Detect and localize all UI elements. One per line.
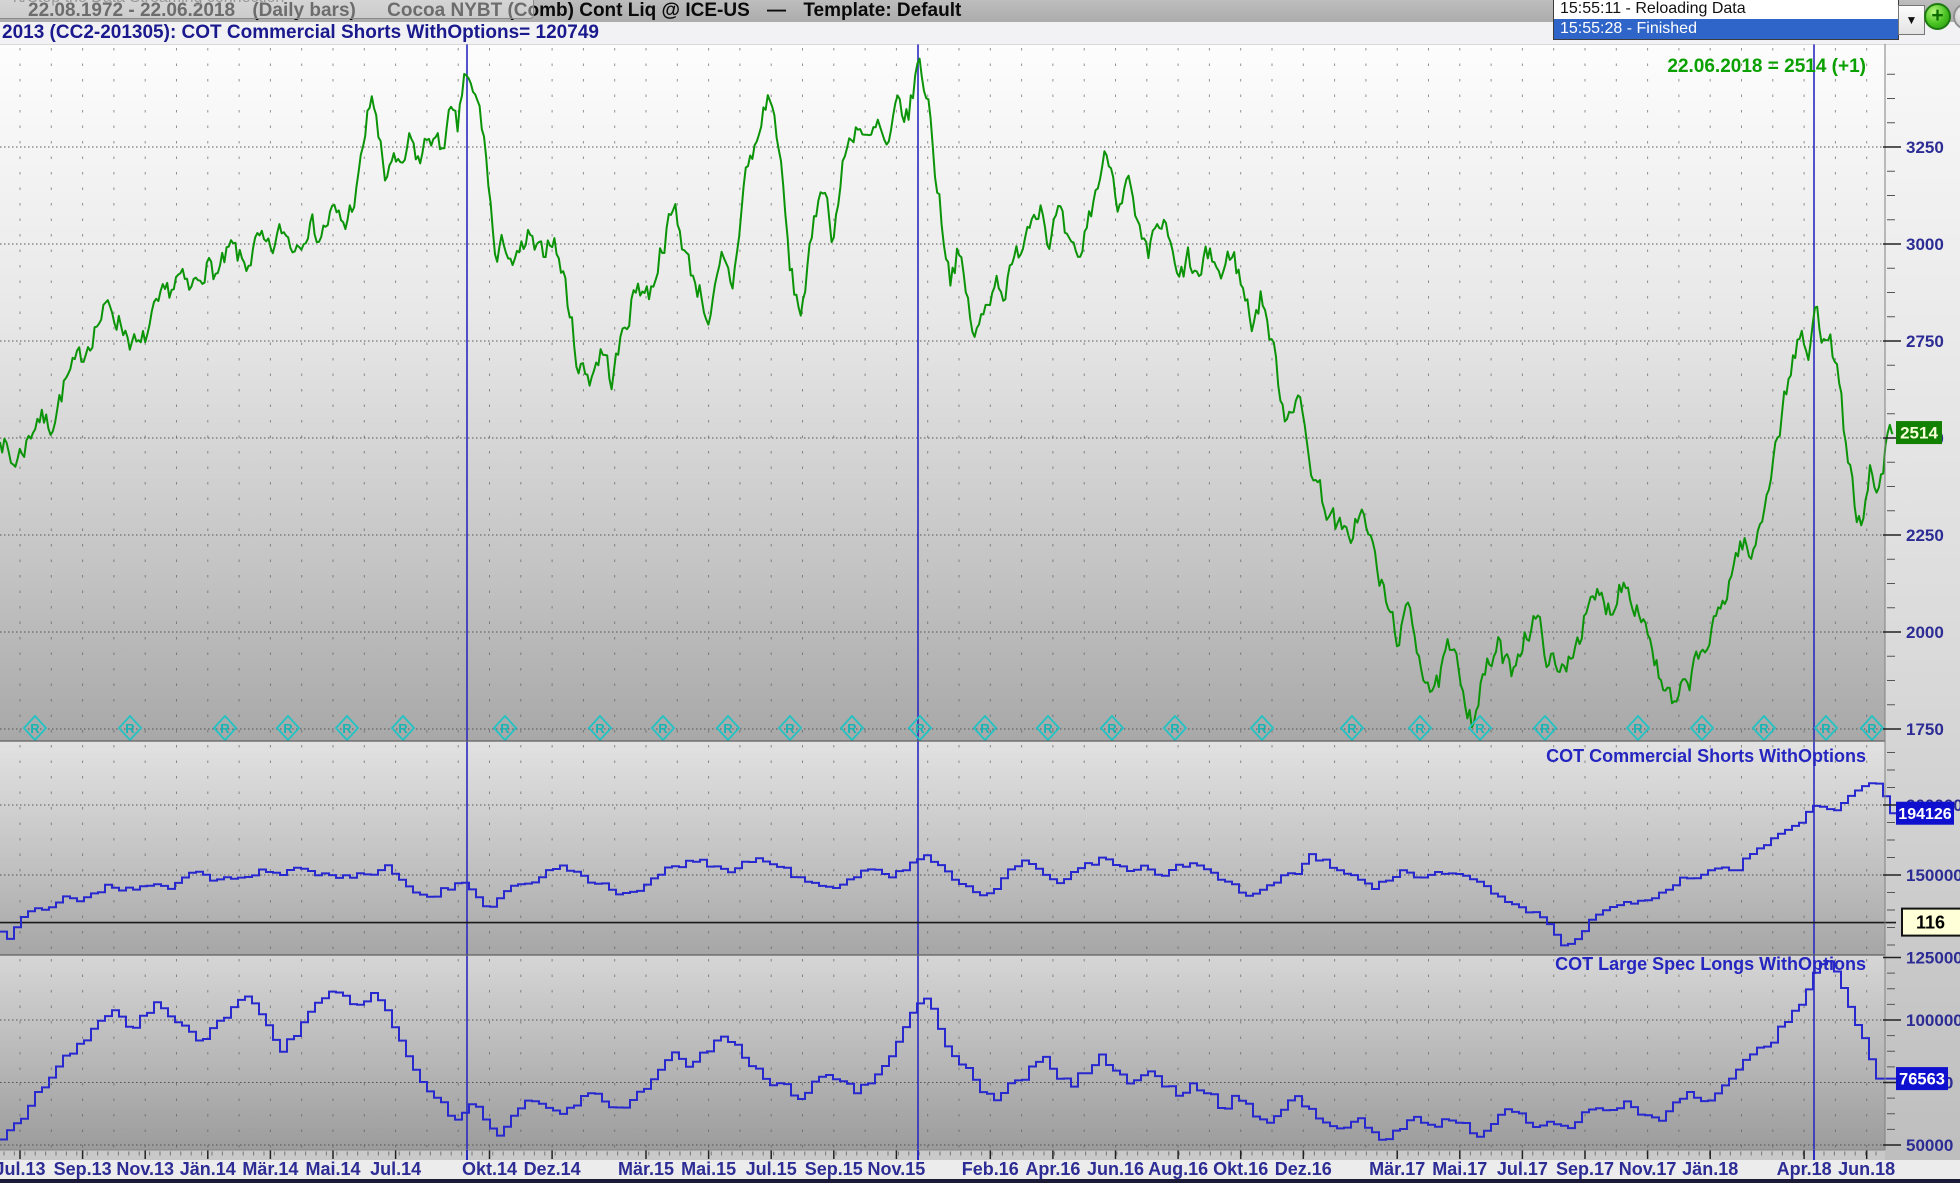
axis-label: 1750 xyxy=(1906,720,1944,739)
last-value-text: 194126 xyxy=(1898,806,1951,823)
roll-letter: R xyxy=(595,721,605,736)
month-label: Aug.16 xyxy=(1148,1159,1208,1179)
roll-letter: R xyxy=(1821,721,1831,736)
roll-letter: R xyxy=(1347,721,1357,736)
roll-letter: R xyxy=(1043,721,1053,736)
roll-letter: R xyxy=(125,721,135,736)
panel-title-large-spec-longs: COT Large Spec Longs WithOptions xyxy=(1555,954,1866,974)
streaming-tooltip: rt/Stop the Data Streaming connection xyxy=(0,0,534,19)
panel-bg-0 xyxy=(0,44,1885,741)
status-log-list[interactable]: 15:55:11 - Reloading Data 15:55:28 - Fin… xyxy=(1553,0,1899,40)
axis-label: 3000 xyxy=(1906,235,1944,254)
roll-letter: R xyxy=(342,721,352,736)
last-date-label: 22.06.2018 = 2514 (+1) xyxy=(1667,56,1866,77)
roll-letter: R xyxy=(283,721,293,736)
roll-letter: R xyxy=(847,721,857,736)
month-label: Jul.13 xyxy=(0,1159,46,1179)
month-label: Jun.18 xyxy=(1838,1159,1895,1179)
month-label: Dez.16 xyxy=(1275,1159,1332,1179)
log-row-selected[interactable]: 15:55:28 - Finished xyxy=(1554,19,1898,39)
axis-label: 2000 xyxy=(1906,623,1944,642)
roll-letter: R xyxy=(1107,721,1117,736)
month-label: Nov.13 xyxy=(116,1159,174,1179)
month-label: Mär.14 xyxy=(242,1159,298,1179)
roll-letter: R xyxy=(30,721,40,736)
roll-letter: R xyxy=(1867,721,1877,736)
month-label: Sep.17 xyxy=(1556,1159,1614,1179)
axis-label: 50000 xyxy=(1906,1136,1953,1155)
roll-letter: R xyxy=(1633,721,1643,736)
month-label: Nov.15 xyxy=(868,1159,926,1179)
chart-area[interactable]: R R R R R R R R R R R R R R R R R R R R R R R R R R R 1750 2000 2250 2… xyxy=(0,0,1960,1183)
month-label: Nov.17 xyxy=(1619,1159,1677,1179)
roll-letter: R xyxy=(980,721,990,736)
month-label: Feb.16 xyxy=(962,1159,1019,1179)
roll-letter: R xyxy=(1415,721,1425,736)
subtitle-text: 2013 (CC2-201305): COT Commercial Shorts… xyxy=(2,22,599,43)
cot-chart-app: { "header": { "tooltip_text": "rt/Stop t… xyxy=(0,0,1960,1183)
axis-label: 125000 xyxy=(1906,949,1960,968)
month-label: Apr.18 xyxy=(1777,1159,1832,1179)
log-row[interactable]: 15:55:11 - Reloading Data xyxy=(1554,0,1898,19)
month-label: Okt.14 xyxy=(462,1159,517,1179)
roll-letter: R xyxy=(1759,721,1769,736)
last-value-text: 2514 xyxy=(1900,424,1938,443)
roll-letter: R xyxy=(723,721,733,736)
axis-label: 150000 xyxy=(1906,866,1960,885)
chevron-down-icon[interactable]: ▼ xyxy=(1898,5,1925,35)
month-label: Sep.15 xyxy=(805,1159,863,1179)
panel-title-commercial-shorts: COT Commercial Shorts WithOptions xyxy=(1546,746,1866,766)
month-label: Mär.17 xyxy=(1369,1159,1425,1179)
title-template: Template: Default xyxy=(803,0,961,21)
month-label: Apr.16 xyxy=(1025,1159,1080,1179)
title-separator: — xyxy=(767,0,786,21)
axis-label: 2750 xyxy=(1906,332,1944,351)
month-label: Jul.14 xyxy=(370,1159,421,1179)
month-label: Jul.17 xyxy=(1497,1159,1548,1179)
axis-label: 3250 xyxy=(1906,138,1944,157)
month-label: Sep.13 xyxy=(54,1159,112,1179)
roll-letter: R xyxy=(1697,721,1707,736)
month-label: Okt.16 xyxy=(1213,1159,1268,1179)
month-label: Jän.18 xyxy=(1682,1159,1738,1179)
hline-value-text: 116 xyxy=(1916,913,1945,933)
month-label: Mär.15 xyxy=(618,1159,674,1179)
axis-label: 2250 xyxy=(1906,526,1944,545)
roll-letter: R xyxy=(1257,721,1267,736)
roll-letter: R xyxy=(915,721,925,736)
last-value-text: 76563 xyxy=(1899,1071,1945,1089)
month-label: Mai.14 xyxy=(305,1159,360,1179)
roll-letter: R xyxy=(1170,721,1180,736)
month-label: Dez.14 xyxy=(524,1159,581,1179)
roll-letter: R xyxy=(658,721,668,736)
month-label: Mai.17 xyxy=(1432,1159,1487,1179)
month-label: Jul.15 xyxy=(746,1159,797,1179)
month-label: Jun.16 xyxy=(1087,1159,1144,1179)
axis-label: 100000 xyxy=(1906,1011,1960,1030)
plus-icon[interactable]: + xyxy=(1924,3,1951,30)
streaming-tooltip-text: rt/Stop the Data Streaming connection xyxy=(13,0,284,7)
month-label: Mai.15 xyxy=(681,1159,736,1179)
roll-letter: R xyxy=(785,721,795,736)
month-label: Jän.14 xyxy=(180,1159,236,1179)
roll-letter: R xyxy=(500,721,510,736)
roll-letter: R xyxy=(1475,721,1485,736)
roll-letter: R xyxy=(220,721,230,736)
axis-gutter xyxy=(1885,44,1960,1179)
roll-letter: R xyxy=(1540,721,1550,736)
roll-letter: R xyxy=(398,721,408,736)
bottom-border xyxy=(0,1179,1960,1183)
